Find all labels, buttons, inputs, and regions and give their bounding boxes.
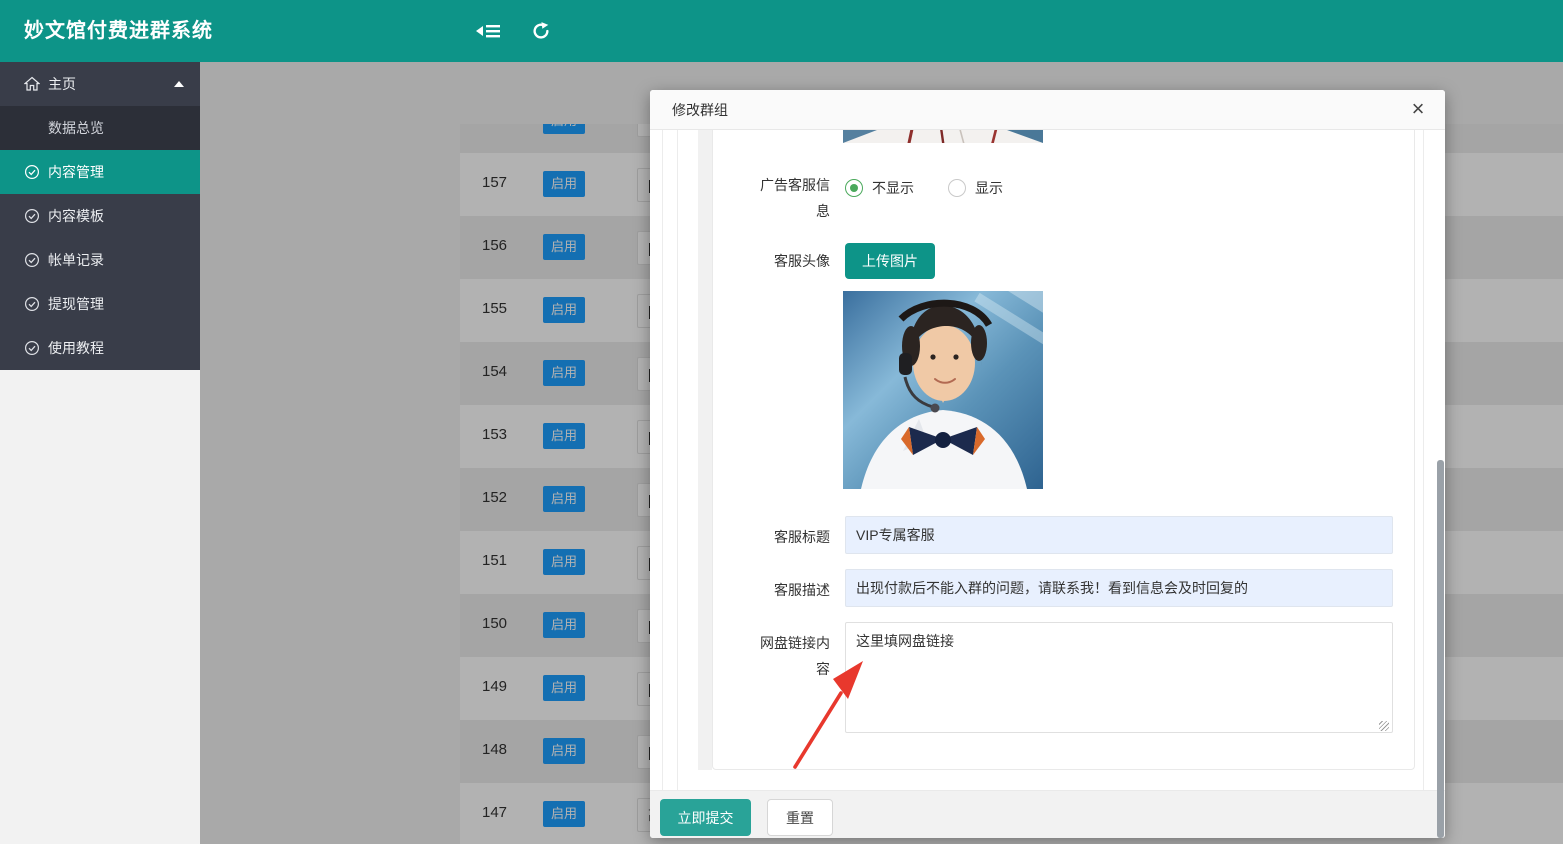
modal-body: 广告客服信息 不显示 显示 客服头像 上传图片	[650, 130, 1445, 790]
ad-service-radio-group: 不显示 显示	[845, 178, 1003, 198]
sidebar: 主页 数据总览 内容管理 内容模板 帐单记录 提现管理 使用教程	[0, 62, 200, 844]
close-icon[interactable]: ×	[1405, 90, 1431, 130]
service-title-input[interactable]	[845, 516, 1393, 554]
resize-handle-icon[interactable]	[1379, 721, 1389, 731]
avatar-label: 客服头像	[752, 248, 830, 274]
reset-button[interactable]: 重置	[767, 799, 833, 836]
radio-hide[interactable]: 不显示	[845, 178, 914, 198]
modal-footer: 立即提交 重置	[650, 790, 1445, 838]
sidebar-item-label: 提现管理	[48, 282, 104, 326]
netdisk-label: 网盘链接内容	[752, 630, 830, 682]
panel-divider	[677, 130, 678, 790]
modal-title: 修改群组	[672, 90, 728, 130]
check-badge-icon	[24, 164, 40, 180]
sidebar-item-tutorial[interactable]: 使用教程	[0, 326, 200, 370]
sidebar-item-home[interactable]: 主页	[0, 62, 200, 106]
upload-image-button[interactable]: 上传图片	[845, 243, 935, 279]
chevron-up-icon	[174, 81, 184, 87]
sidebar-item-label: 内容管理	[48, 150, 104, 194]
radio-label: 显示	[975, 178, 1003, 198]
radio-show[interactable]: 显示	[948, 178, 1003, 198]
modal-header: 修改群组 ×	[650, 90, 1445, 130]
home-icon	[24, 76, 40, 92]
sidebar-item-data-overview[interactable]: 数据总览	[0, 106, 200, 150]
sidebar-item-content-manage[interactable]: 内容管理	[0, 150, 200, 194]
service-title-label: 客服标题	[752, 524, 830, 550]
collapse-menu-icon[interactable]	[476, 21, 502, 41]
sidebar-item-withdraw-manage[interactable]: 提现管理	[0, 282, 200, 326]
check-badge-icon	[24, 296, 40, 312]
sidebar-item-content-template[interactable]: 内容模板	[0, 194, 200, 238]
check-badge-icon	[24, 340, 40, 356]
radio-dot-icon	[845, 179, 863, 197]
sidebar-item-label: 数据总览	[48, 106, 104, 150]
refresh-icon[interactable]	[531, 21, 551, 41]
sidebar-item-label: 帐单记录	[48, 238, 104, 282]
customer-service-photo	[843, 291, 1043, 489]
panel-divider	[1423, 130, 1424, 790]
sidebar-item-label: 使用教程	[48, 326, 104, 370]
panel-divider	[662, 130, 663, 790]
netdisk-textarea[interactable]	[845, 622, 1393, 733]
sidebar-item-label: 主页	[48, 62, 76, 106]
app-title: 妙文馆付费进群系统	[24, 0, 213, 62]
panel-gutter	[698, 130, 712, 770]
sidebar-item-bill-records[interactable]: 帐单记录	[0, 238, 200, 282]
radio-dot-icon	[948, 179, 966, 197]
app-root: 妙文馆付费进群系统 主页 数据总览 内容管理 内容模板	[0, 0, 1563, 844]
photo-fragment	[843, 130, 1043, 143]
service-desc-input[interactable]	[845, 569, 1393, 607]
submit-button[interactable]: 立即提交	[660, 799, 751, 836]
check-badge-icon	[24, 208, 40, 224]
edit-group-modal: 修改群组 × 广告客服信息	[650, 90, 1445, 838]
service-desc-label: 客服描述	[752, 577, 830, 603]
ad-service-label: 广告客服信息	[752, 172, 830, 224]
modal-scrollbar-thumb[interactable]	[1437, 460, 1444, 838]
check-badge-icon	[24, 252, 40, 268]
top-bar: 妙文馆付费进群系统	[0, 0, 1563, 62]
sidebar-item-label: 内容模板	[48, 194, 104, 238]
radio-label: 不显示	[872, 178, 914, 198]
